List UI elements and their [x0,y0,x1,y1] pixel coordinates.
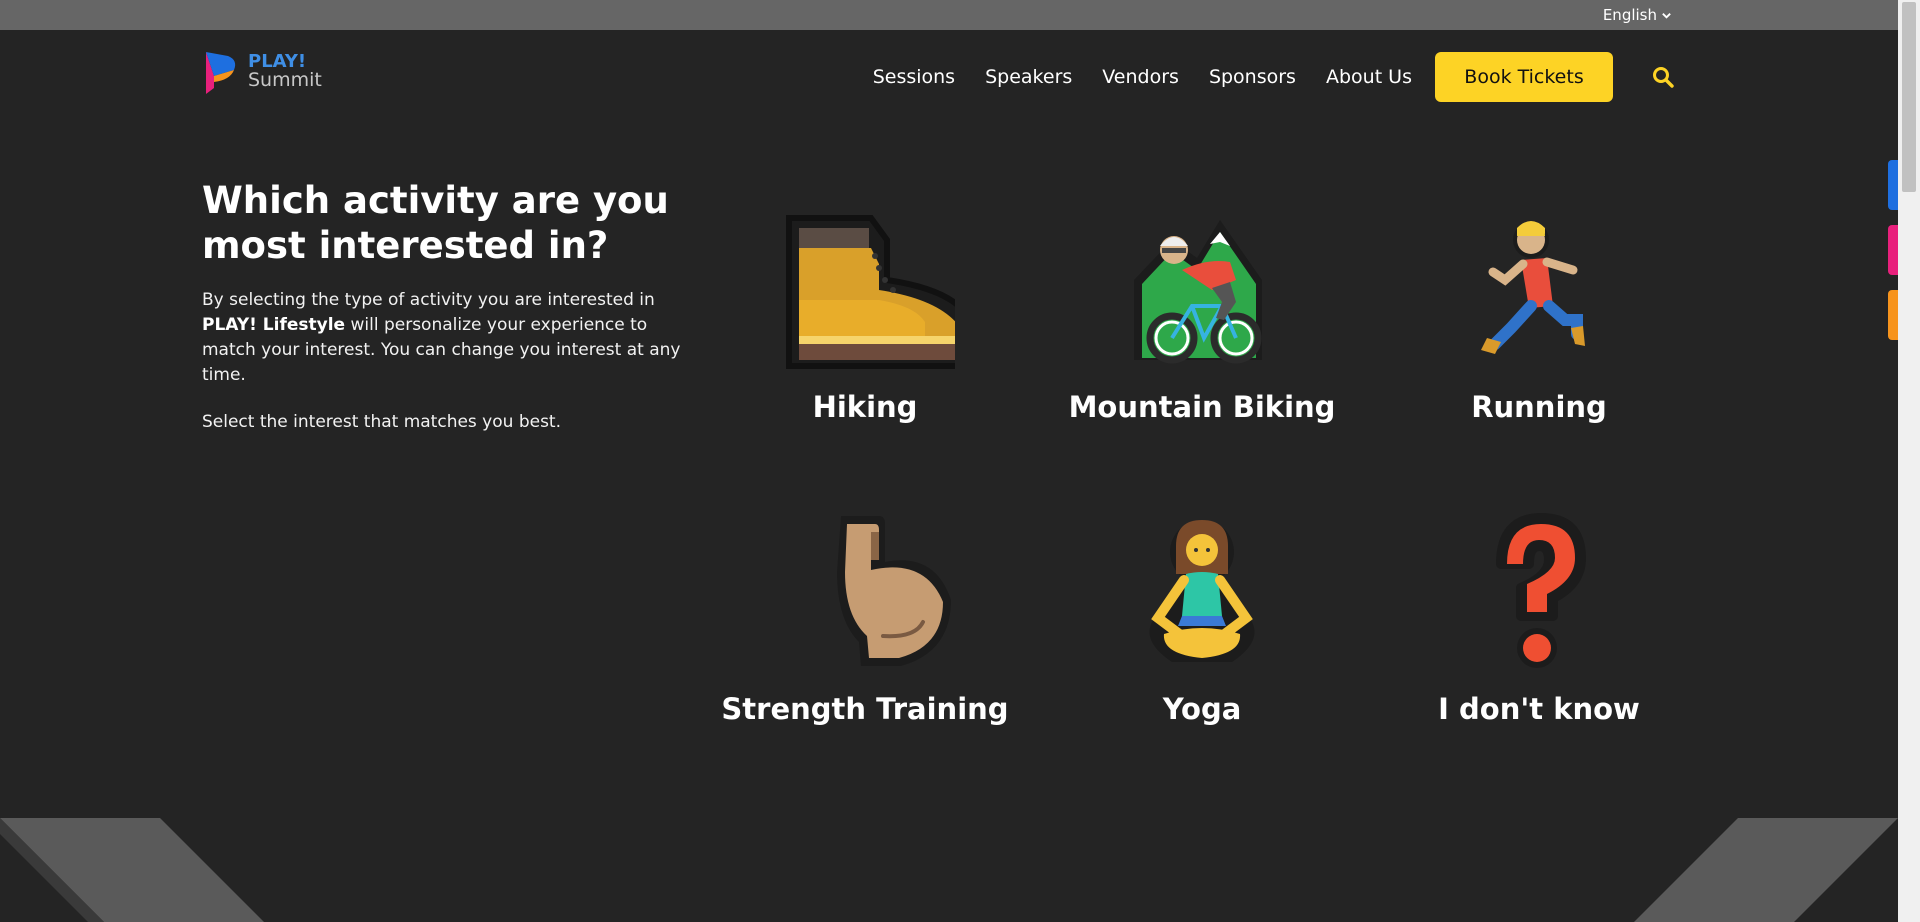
site-logo[interactable]: PLAY! Summit [204,48,322,94]
main-nav: Sessions Speakers Vendors Sponsors About… [873,52,1412,102]
scrollbar[interactable] [1898,0,1920,922]
runner-icon [1481,221,1585,354]
nav-vendors[interactable]: Vendors [1102,52,1179,102]
scrollbar-thumb[interactable] [1902,2,1916,192]
intro-section: Which activity are you most interested i… [202,178,682,457]
page-heading: Which activity are you most interested i… [202,179,669,267]
intro-instruction: Select the interest that matches you bes… [202,412,562,432]
activity-yoga[interactable]: Yoga [1052,512,1352,726]
question-mark-icon [1496,513,1586,668]
mountain-biker-icon [1134,220,1262,364]
activity-strength-training[interactable]: Strength Training [715,512,1015,726]
flexed-biceps-icon [837,516,951,666]
activity-label: Strength Training [721,692,1009,726]
activity-running[interactable]: Running [1389,210,1689,424]
hiking-boot-icon [786,215,955,369]
activity-i-dont-know[interactable]: I don't know [1389,512,1689,726]
side-tab-pink[interactable] [1888,225,1898,275]
play-logo-icon [206,52,236,94]
activity-hiking[interactable]: Hiking [715,210,1015,424]
side-tab-orange[interactable] [1888,290,1898,340]
bottom-left-stripe [0,818,264,922]
book-tickets-button[interactable]: Book Tickets [1435,52,1613,102]
nav-speakers[interactable]: Speakers [985,52,1072,102]
logo-summit-text: Summit [248,69,322,91]
language-bar: English [0,0,1898,30]
language-selector[interactable]: English [1603,6,1672,24]
search-icon[interactable] [1652,66,1674,88]
chevron-down-icon [1662,12,1671,19]
yoga-person-icon [1149,520,1255,662]
side-tab-blue[interactable] [1888,160,1898,210]
nav-sessions[interactable]: Sessions [873,52,955,102]
bottom-right-stripe [1634,818,1898,922]
activity-mountain-biking[interactable]: Mountain Biking [1052,210,1352,424]
activity-label: Hiking [812,390,918,424]
activity-label: Yoga [1162,692,1242,726]
nav-about-us[interactable]: About Us [1326,52,1412,102]
intro-paragraph: By selecting the type of activity you ar… [202,290,681,385]
brand-name: PLAY! Lifestyle [202,315,346,335]
activity-label: I don't know [1438,692,1640,726]
nav-sponsors[interactable]: Sponsors [1209,52,1296,102]
language-label: English [1602,6,1657,24]
activity-label: Mountain Biking [1068,390,1336,424]
activity-label: Running [1471,390,1607,424]
